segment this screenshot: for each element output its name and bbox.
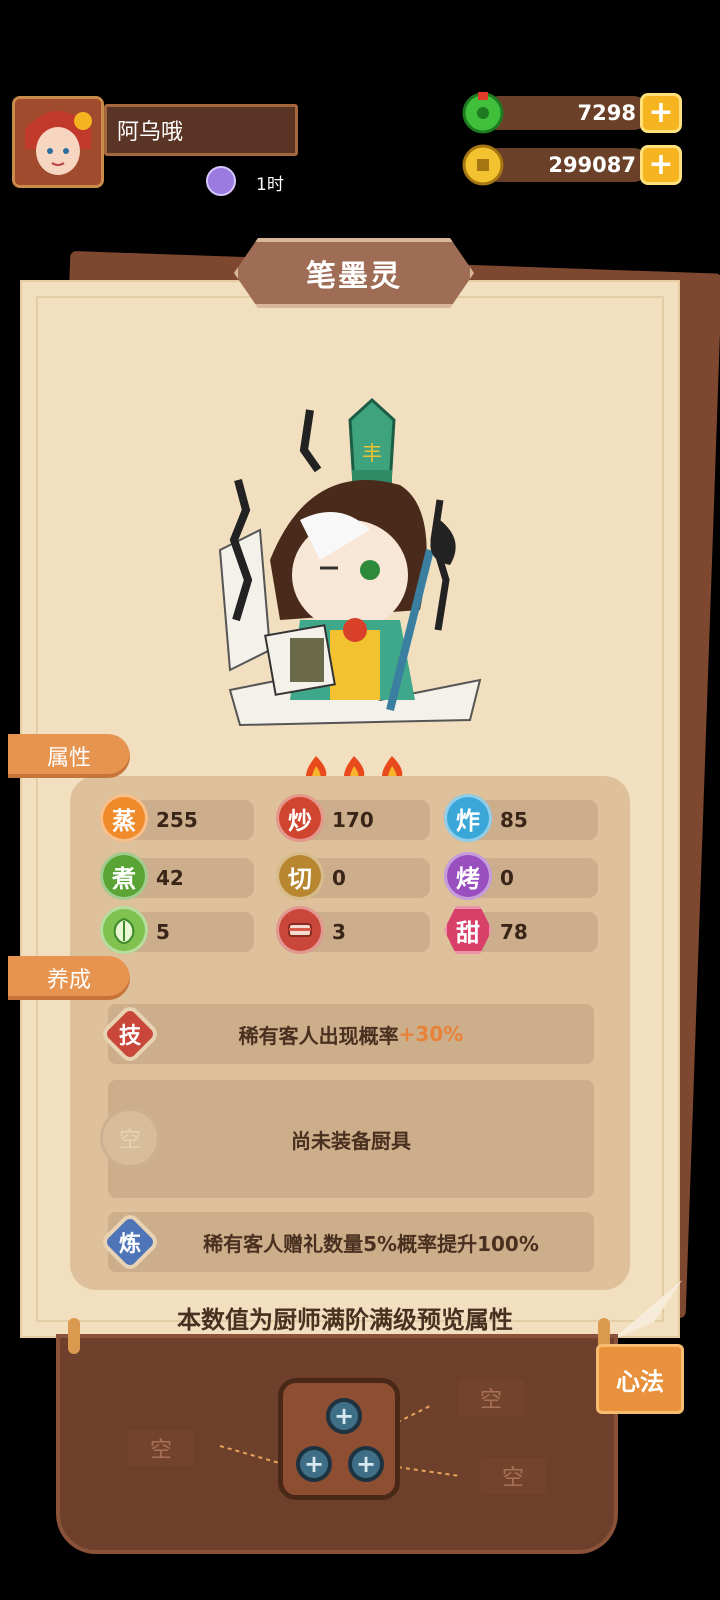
stat-steam: 蒸 255 [100,794,254,842]
chef-name-title: 笔墨灵 [234,238,474,308]
player-avatar[interactable] [12,96,104,188]
gold-coin-icon [462,144,504,186]
stats-panel: 蒸 255 炒 170 炸 85 煮 42 切 0 烤 0 5 3 甜 78 稀… [70,776,630,1290]
skill-badge: 技 [102,1006,158,1062]
skill-text: 稀有客人出现概率 [238,1023,399,1048]
add-slot-left[interactable]: + [296,1446,332,1482]
gold-currency: 299087 + [462,144,682,186]
stat-boil: 煮 42 [100,852,254,900]
stat-value: 42 [156,866,184,890]
chef-character-illustration: 丰 [200,390,510,750]
sweet-icon: 甜 [444,906,492,954]
equipment-text: 尚未装备厨具 [291,1128,411,1153]
refine-badge: 炼 [102,1214,158,1270]
stat-value: 5 [156,920,170,944]
stat-fry: 炸 85 [444,794,598,842]
steam-icon: 蒸 [100,794,148,842]
stat-value: 3 [332,920,346,944]
jade-currency: 7298 + [462,92,682,134]
player-name[interactable]: 阿乌哦 [104,104,298,156]
stat-value: 85 [500,808,528,832]
add-gold-button[interactable]: + [640,145,682,185]
skill-row: 稀有客人出现概率 +30% [108,1004,594,1064]
preview-note: 本数值为厨师满阶满级预览属性 [177,1306,513,1334]
svg-text:丰: 丰 [362,441,382,465]
timer-text: 1时 [256,175,284,195]
vegetable-icon [100,906,148,954]
tab-attributes[interactable]: 属性 [8,734,130,778]
stat-value: 0 [500,866,514,890]
jade-amount: 7298 [482,96,650,130]
stat-sweet: 甜 78 [444,906,598,954]
stat-meat: 3 [276,906,430,954]
stirfry-icon: 炒 [276,794,324,842]
stat-vegetable: 5 [100,906,254,954]
equipment-empty-slot[interactable]: 空 [100,1108,160,1168]
add-jade-button[interactable]: + [640,93,682,133]
pin-left [68,1318,80,1354]
timer-icon [206,166,236,196]
gold-amount: 299087 [482,148,650,182]
xinfa-button[interactable]: 心法 [596,1344,684,1414]
stat-value: 170 [332,808,374,832]
skill-bonus: +30% [398,1022,464,1046]
cut-icon: 切 [276,852,324,900]
add-slot-top[interactable]: + [326,1398,362,1434]
xinfa-main-slot[interactable] [278,1378,400,1500]
stat-roast: 烤 0 [444,852,598,900]
stat-value: 255 [156,808,198,832]
meat-icon [276,906,324,954]
refine-row: 稀有客人赠礼数量5%概率提升100% [108,1212,594,1272]
stat-cut: 切 0 [276,852,430,900]
roast-icon: 烤 [444,852,492,900]
stat-value: 0 [332,866,346,890]
refine-text: 稀有客人赠礼数量5%概率提升100% [203,1231,539,1256]
fry-icon: 炸 [444,794,492,842]
add-slot-right[interactable]: + [348,1446,384,1482]
stat-stirfry: 炒 170 [276,794,430,842]
xinfa-empty-slot[interactable]: 空 [128,1430,194,1466]
tab-training[interactable]: 养成 [8,956,130,1000]
jade-icon [462,92,504,134]
stat-value: 78 [500,920,528,944]
xinfa-empty-slot[interactable]: 空 [458,1380,524,1416]
boil-icon: 煮 [100,852,148,900]
equipment-row[interactable]: 尚未装备厨具 [108,1080,594,1198]
xinfa-empty-slot[interactable]: 空 [480,1458,546,1494]
